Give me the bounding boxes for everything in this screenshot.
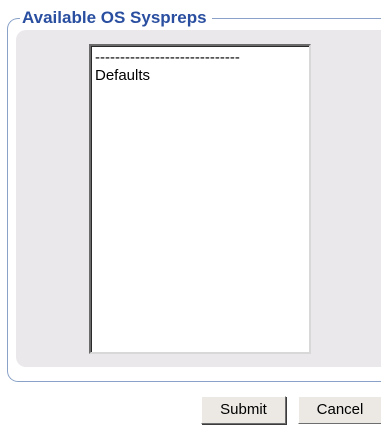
groupbox-legend: Available OS Syspreps bbox=[20, 7, 212, 29]
submit-button[interactable]: Submit bbox=[201, 396, 286, 424]
list-option-separator[interactable]: ----------------------------- bbox=[95, 52, 305, 66]
cancel-button[interactable]: Cancel bbox=[298, 396, 381, 424]
list-option-defaults[interactable]: Defaults bbox=[95, 66, 305, 86]
sysprep-form: Available OS Syspreps ------------------… bbox=[0, 0, 381, 428]
sysprep-listbox[interactable]: ----------------------------- Defaults bbox=[89, 44, 311, 354]
